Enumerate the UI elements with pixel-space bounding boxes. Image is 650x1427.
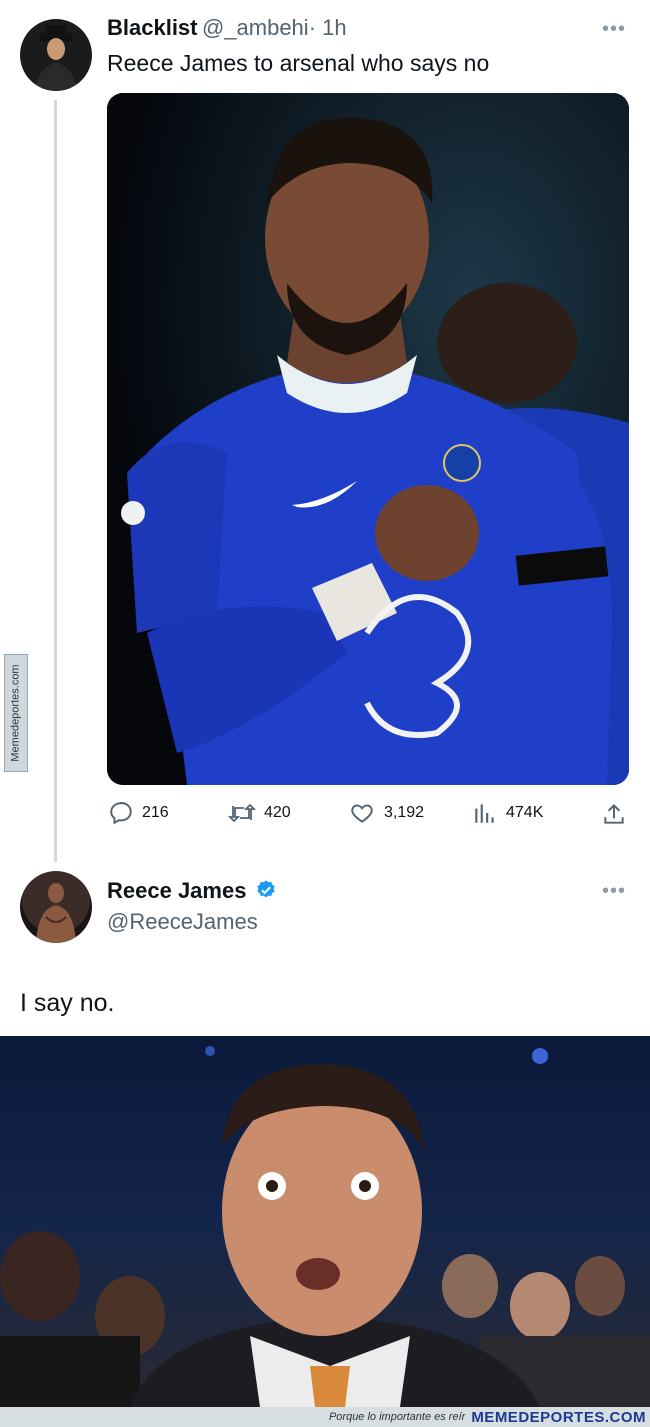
share-button[interactable] <box>601 801 627 832</box>
reply-count: 216 <box>142 804 169 821</box>
tweet-header: Blacklist @_ambehi· 1h <box>107 15 347 41</box>
heart-icon <box>351 804 373 823</box>
tweet-media[interactable] <box>107 93 629 785</box>
tweet-time[interactable]: · 1h <box>309 15 347 40</box>
footer-slogan: Porque lo importante es reír <box>328 1411 466 1423</box>
author-handle[interactable]: @ReeceJames <box>107 909 258 935</box>
retweet-icon <box>228 803 256 823</box>
reply-button[interactable]: 216 <box>108 800 169 826</box>
footer-brand[interactable]: MEMEDEPORTES.COM <box>471 1409 646 1426</box>
author-name[interactable]: Blacklist <box>107 15 198 40</box>
like-count: 3,192 <box>384 804 425 821</box>
side-watermark-text: Memedeportes.com <box>10 664 22 762</box>
reply-icon <box>110 802 132 825</box>
retweet-count: 420 <box>264 804 291 821</box>
side-watermark: Memedeportes.com <box>4 654 28 772</box>
share-icon <box>604 803 624 824</box>
tweet-media[interactable] <box>0 1036 650 1407</box>
avatar[interactable] <box>20 871 92 943</box>
avatar-figure <box>34 25 78 91</box>
avatar-figure <box>36 883 76 943</box>
more-options-button[interactable]: ••• <box>602 880 626 903</box>
views-button[interactable]: 474K <box>472 800 543 826</box>
player-photo <box>107 93 629 785</box>
more-options-button[interactable]: ••• <box>602 18 626 41</box>
reaction-photo <box>0 1036 650 1407</box>
tweet-text: Reece James to arsenal who says no <box>107 50 490 76</box>
footer-watermark: Porque lo importante es reír MEMEDEPORTE… <box>0 1407 650 1427</box>
verified-badge-icon <box>257 880 275 898</box>
author-name[interactable]: Reece James <box>107 878 246 903</box>
author-handle[interactable]: @_ambehi <box>202 15 309 40</box>
like-button[interactable]: 3,192 <box>348 800 424 826</box>
retweet-button[interactable]: 420 <box>228 800 291 826</box>
views-icon <box>475 804 494 823</box>
tweet-text: I say no. <box>20 989 115 1017</box>
tweet-header: Reece James <box>107 878 277 904</box>
avatar[interactable] <box>20 19 92 91</box>
thread-line <box>54 100 57 862</box>
views-count: 474K <box>506 804 544 821</box>
